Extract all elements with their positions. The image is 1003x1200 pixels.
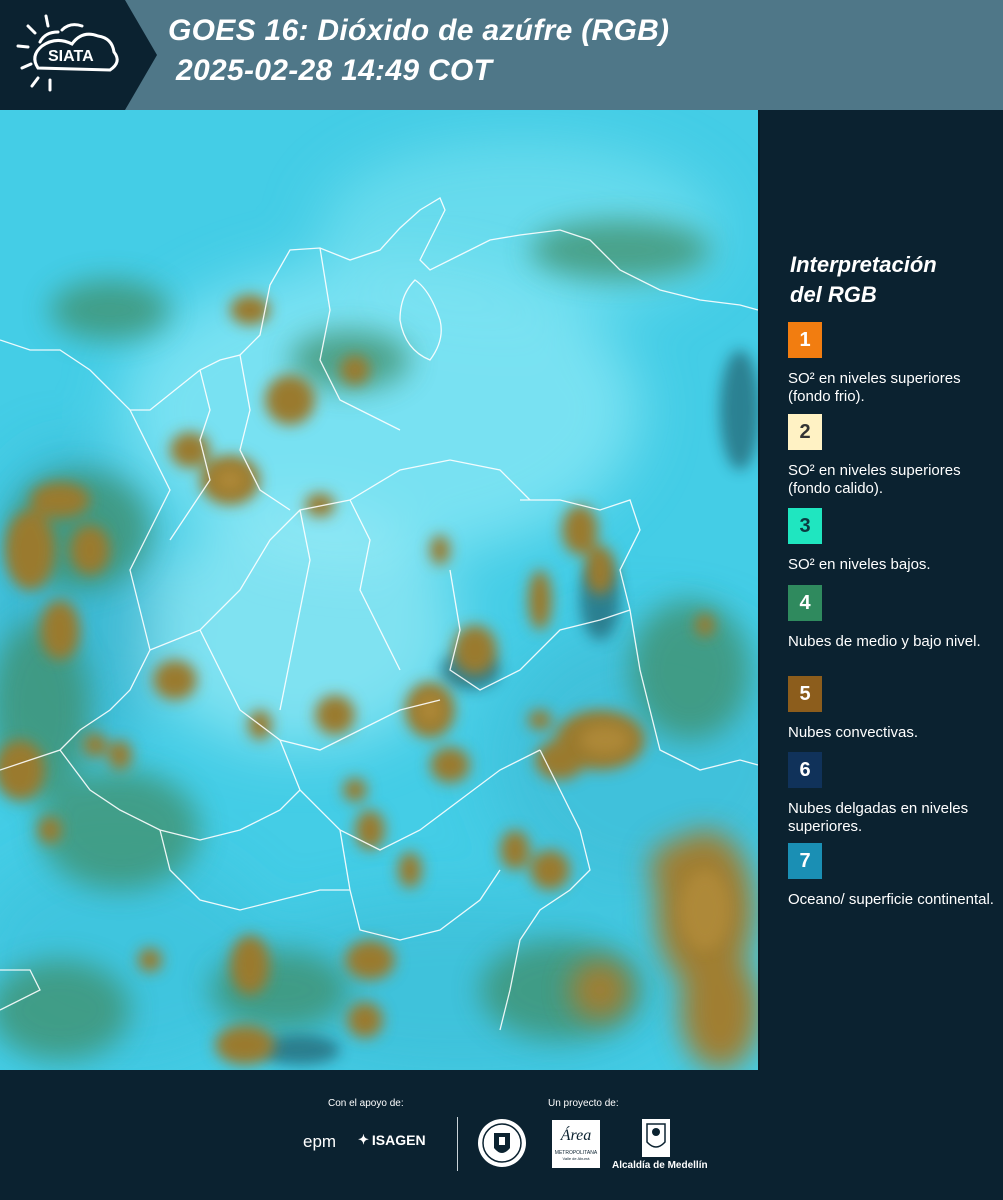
page-title: GOES 16: Dióxido de azúfre (RGB) [168, 14, 670, 47]
legend-label: Nubes de medio y bajo nivel. [788, 633, 981, 650]
map-image [0, 110, 758, 1070]
project-label: Un proyecto de: [548, 1098, 619, 1109]
support-label: Con el apoyo de: [328, 1098, 404, 1109]
legend-item-2: 2 SO² en niveles superiores (fondo calido… [788, 414, 998, 498]
legend-item-4: 4 Nubes de medio y bajo nivel. [788, 585, 998, 651]
header-bar: SIATA GOES 16: Dióxido de azúfre (RGB) 2… [0, 0, 1003, 110]
logo-text: SIATA [48, 48, 94, 65]
legend-swatch: 5 [788, 676, 822, 712]
alcaldia-label: Alcaldía de Medellín [612, 1160, 708, 1171]
area-metropolitana-logo: Área METROPOLITANA Valle de Aburrá [552, 1120, 600, 1168]
timestamp: 2025-02-28 14:49 COT [176, 54, 493, 87]
epm-logo: epm [303, 1132, 337, 1151]
legend-panel: Interpretación del RGB 1 SO² en niveles s… [760, 110, 1003, 1070]
legend-swatch: 7 [788, 843, 822, 879]
legend-label: SO² en niveles superiores (fondo calido)… [788, 462, 961, 497]
legend-item-1: 1 SO² en niveles superiores (fondo frio). [788, 322, 998, 406]
legend-item-6: 6 Nubes delgadas en niveles superiores. [788, 752, 998, 836]
area-logo-text: Área [560, 1127, 592, 1144]
legend-label: Oceano/ superficie continental. [788, 891, 994, 908]
legend-label: Nubes convectivas. [788, 724, 919, 741]
legend-label: Nubes delgadas en niveles superiores. [788, 800, 969, 835]
siata-logo: SIATA [0, 0, 157, 110]
isagen-mark-icon: ✦ [358, 1132, 369, 1147]
legend-title: Interpretación del RGB [790, 250, 990, 310]
legend-item-5: 5 Nubes convectivas. [788, 676, 998, 742]
legend-label: SO² en niveles bajos. [788, 556, 931, 573]
legend-title-line2: del RGB [790, 282, 877, 307]
area-logo-sub2: Valle de Aburrá [562, 1156, 590, 1161]
legend-item-7: 7 Oceano/ superficie continental. [788, 843, 998, 909]
legend-swatch: 6 [788, 752, 822, 788]
legend-swatch: 4 [788, 585, 822, 621]
legend-label: SO² en niveles superiores (fondo frio). [788, 370, 961, 405]
legend-item-3: 3 SO² en niveles bajos. [788, 508, 998, 574]
legend-title-line1: Interpretación [790, 252, 937, 277]
alcaldia-shield-icon [642, 1119, 670, 1157]
isagen-logo-text: ISAGEN [371, 1132, 426, 1148]
legend-swatch: 1 [788, 322, 822, 358]
satellite-map[interactable] [0, 110, 760, 1070]
legend-swatch: 3 [788, 508, 822, 544]
isagen-logo: ✦ ISAGEN [358, 1132, 426, 1148]
footer-divider [457, 1117, 458, 1171]
medellin-seal-icon [478, 1119, 526, 1167]
legend-swatch: 2 [788, 414, 822, 450]
footer: Con el apoyo de: Un proyecto de: epm ✦ I… [0, 1070, 1003, 1200]
